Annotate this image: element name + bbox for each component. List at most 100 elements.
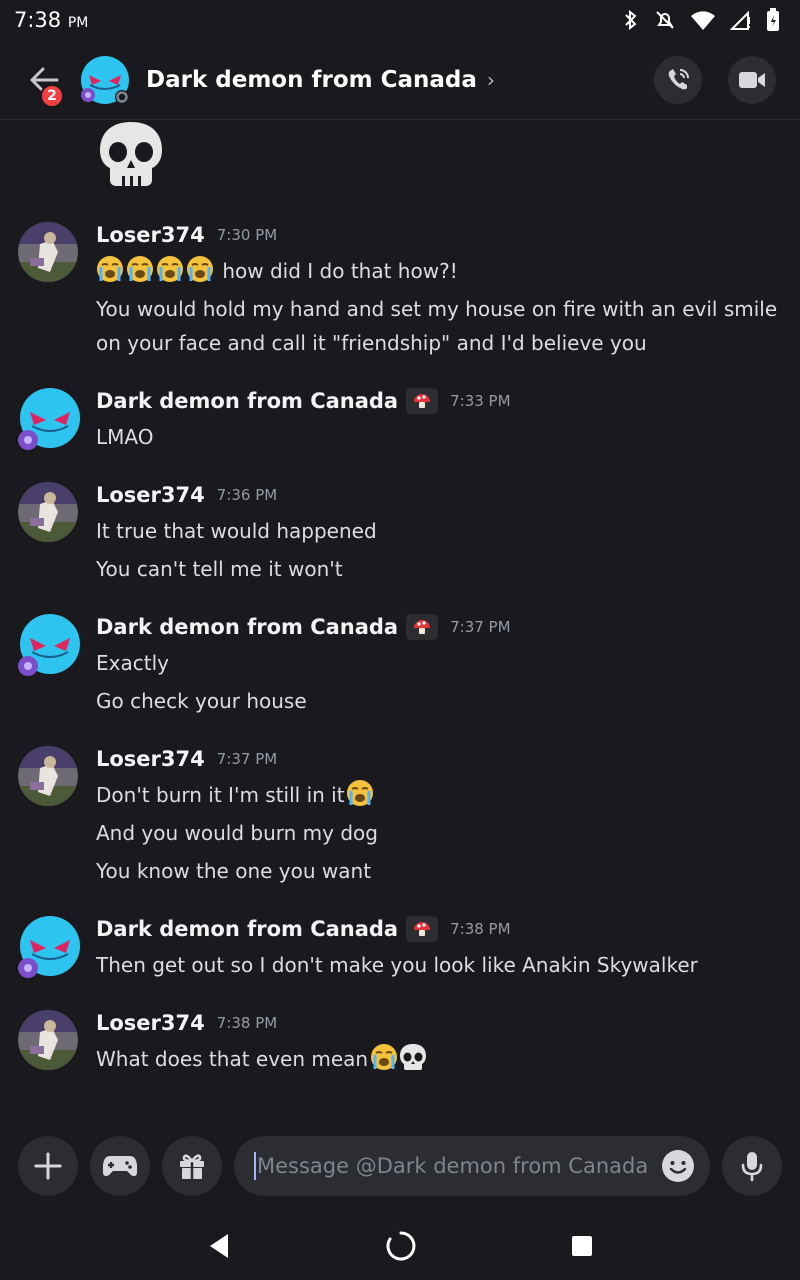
username[interactable]: Dark demon from Canada	[96, 615, 398, 639]
chevron-right-icon[interactable]: ›	[487, 68, 495, 92]
message-text: how did I do that how?!	[96, 254, 780, 288]
message-text: Then get out so I don't make you look li…	[96, 953, 698, 977]
username[interactable]: Loser374	[96, 483, 205, 507]
system-nav-bar	[0, 1212, 800, 1280]
avatar[interactable]	[18, 222, 78, 282]
demon-avatar-icon	[81, 55, 129, 104]
avatar[interactable]	[18, 482, 78, 542]
message-body: Dark demon from Canada 7:37 PM Exactly G…	[96, 612, 780, 718]
header-avatar[interactable]	[80, 55, 130, 105]
avatar[interactable]	[18, 916, 80, 978]
demon-avatar-icon	[18, 614, 80, 676]
username[interactable]: Loser374	[96, 223, 205, 247]
message-text: You know the one you want	[96, 859, 372, 883]
username[interactable]: Dark demon from Canada	[96, 917, 398, 941]
timestamp: 7:33 PM	[450, 392, 511, 410]
nav-recents-icon[interactable]	[570, 1234, 594, 1258]
gamepad-icon	[103, 1156, 137, 1177]
video-call-button[interactable]	[728, 55, 776, 104]
notifications-off-icon	[656, 11, 674, 29]
composer-bar: Message @Dark demon from Canada	[0, 1120, 800, 1212]
back-button[interactable]: 2	[24, 60, 64, 108]
message-list[interactable]: Loser374 7:30 PM how did I do that how?!…	[0, 120, 800, 1120]
dm-header: 2 Dark demon from Canada ›	[0, 40, 800, 120]
loser-avatar-icon	[18, 746, 78, 806]
voice-message-button[interactable]	[722, 1136, 782, 1196]
message-body: Loser374 7:37 PM Don't burn it I'm still…	[96, 744, 780, 888]
gift-button[interactable]	[162, 1136, 222, 1196]
loser-avatar-icon	[18, 1010, 78, 1070]
mushroom-icon	[414, 620, 431, 634]
message-text: You would hold my hand and set my house …	[96, 297, 778, 321]
message-text: And you would burn my dog	[96, 821, 378, 845]
status-icons	[622, 8, 780, 32]
avatar[interactable]	[18, 614, 80, 676]
crying-emoji-icon	[371, 1044, 398, 1070]
plus-icon	[34, 1152, 62, 1180]
message-body: Dark demon from Canada 7:38 PM Then get …	[96, 914, 780, 982]
username[interactable]: Loser374	[96, 1011, 205, 1035]
username[interactable]: Dark demon from Canada	[96, 389, 398, 413]
activities-button[interactable]	[90, 1136, 150, 1196]
message-text: Go check your house	[96, 689, 307, 713]
gift-icon	[180, 1154, 204, 1179]
status-bar: 7:38 PM	[0, 0, 800, 40]
loser-avatar-icon	[18, 482, 78, 542]
demon-avatar-icon	[18, 388, 80, 450]
timestamp: 7:38 PM	[216, 1014, 278, 1032]
timestamp: 7:38 PM	[450, 920, 511, 938]
avatar[interactable]	[18, 746, 78, 806]
voice-call-button[interactable]	[654, 55, 702, 104]
unread-badge: 2	[40, 83, 64, 108]
text-caret	[254, 1152, 256, 1180]
message-input-placeholder: Message @Dark demon from Canada	[257, 1154, 649, 1178]
crying-emoji-icon	[346, 780, 373, 806]
message-body: Dark demon from Canada 7:33 PM LMAO	[96, 386, 780, 454]
server-tag[interactable]	[406, 388, 439, 414]
skull-icon	[96, 120, 166, 192]
mushroom-icon	[414, 394, 431, 408]
header-title[interactable]: Dark demon from Canada	[146, 67, 477, 93]
message-text: You can't tell me it won't	[96, 557, 343, 581]
message-text: Don't burn it I'm still in it	[96, 778, 780, 812]
timestamp: 7:37 PM	[450, 618, 511, 636]
message-text-line: how did I do that how?!	[222, 259, 458, 283]
message-body: Loser374 7:38 PM What does that even mea…	[96, 1008, 780, 1076]
server-tag[interactable]	[406, 614, 439, 640]
message-text: It true that would happened	[96, 519, 377, 543]
nav-back-icon[interactable]	[206, 1232, 232, 1260]
message-text: Exactly	[96, 651, 169, 675]
smile-icon[interactable]	[660, 1148, 696, 1184]
username[interactable]: Loser374	[96, 747, 205, 771]
mushroom-icon	[414, 922, 431, 936]
timestamp: 7:36 PM	[216, 486, 278, 504]
crying-emoji-icon	[97, 256, 213, 282]
wifi-icon	[691, 11, 715, 30]
message-text-line: Don't burn it I'm still in it	[96, 783, 345, 807]
message-body: Loser374 7:36 PM It true that would happ…	[96, 480, 780, 586]
bluetooth-icon	[625, 9, 637, 31]
server-tag[interactable]	[406, 916, 439, 942]
message-text: LMAO	[96, 425, 154, 449]
demon-avatar-icon	[18, 916, 80, 978]
header-actions	[654, 55, 776, 104]
message-input[interactable]: Message @Dark demon from Canada	[234, 1136, 710, 1196]
crying-emoji-row	[96, 256, 222, 283]
video-camera-icon	[739, 71, 765, 88]
phone-call-icon	[668, 68, 689, 89]
avatar[interactable]	[18, 1010, 78, 1070]
avatar[interactable]	[18, 388, 80, 450]
loser-avatar-icon	[18, 222, 78, 282]
add-attachment-button[interactable]	[18, 1136, 78, 1196]
status-time: 7:38 PM	[14, 8, 89, 32]
microphone-icon	[741, 1152, 763, 1182]
battery-icon	[767, 8, 779, 31]
message-text: What does that even mean	[96, 1042, 780, 1076]
skull-icon	[400, 1044, 427, 1070]
message-body: Loser374 7:30 PM how did I do that how?!…	[96, 220, 780, 360]
nav-home-icon[interactable]	[385, 1230, 417, 1262]
timestamp: 7:30 PM	[216, 226, 278, 244]
message-text-line: What does that even mean	[96, 1047, 369, 1071]
timestamp: 7:37 PM	[216, 750, 278, 768]
message-text: on your face and call it "friendship" an…	[96, 331, 647, 355]
